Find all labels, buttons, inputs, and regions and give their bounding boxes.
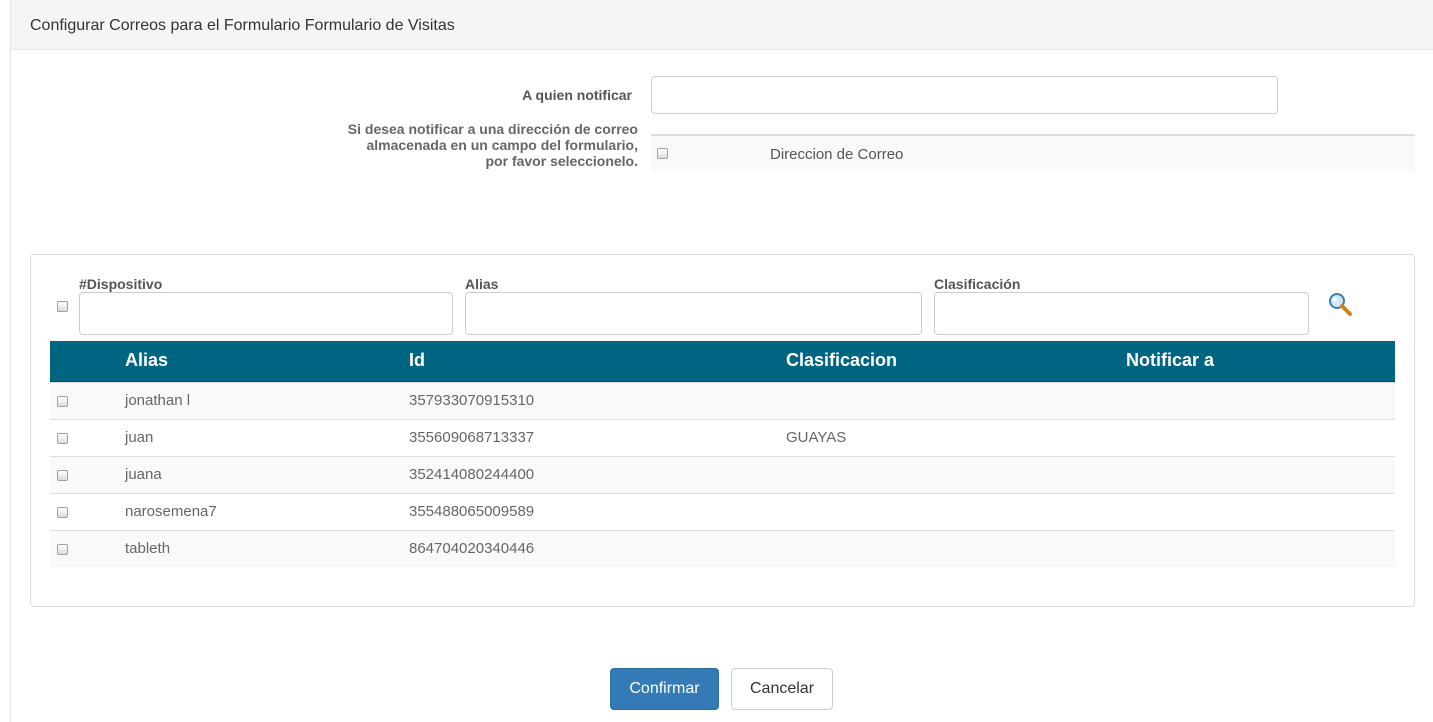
- modal-header: Configurar Correos para el Formulario Fo…: [11, 0, 1433, 50]
- row-checkbox[interactable]: [57, 433, 68, 444]
- email-field-checkbox[interactable]: [657, 148, 668, 159]
- notify-hint-line: por favor seleccionelo.: [485, 153, 639, 169]
- filter-clasificacion-label: Clasificación: [934, 276, 1021, 292]
- filter-alias-input[interactable]: [465, 292, 922, 335]
- cell-alias: jonathan l: [125, 392, 191, 409]
- table-row[interactable]: tableth 864704020340446: [50, 530, 1395, 567]
- cell-id: 864704020340446: [409, 540, 535, 557]
- filter-dispositivo-label: #Dispositivo: [79, 276, 163, 292]
- cell-id: 355488065009589: [409, 503, 535, 520]
- notify-hint: Si desea notificar a una dirección de co…: [278, 121, 638, 169]
- filter-clasificacion-input[interactable]: [934, 292, 1309, 335]
- cell-alias: juan: [125, 429, 154, 446]
- row-checkbox[interactable]: [57, 396, 68, 407]
- notify-hint-line: almacenada en un campo del formulario,: [366, 137, 638, 153]
- column-header-alias[interactable]: Alias: [125, 350, 168, 371]
- column-header-notificar[interactable]: Notificar a: [1126, 350, 1214, 371]
- email-field-option-row: Direccion de Correo: [651, 134, 1415, 171]
- notify-label: A quien notificar: [522, 87, 632, 103]
- cell-alias: tableth: [125, 540, 171, 557]
- table-row[interactable]: juana 352414080244400: [50, 456, 1395, 493]
- table-row[interactable]: juan 355609068713337 GUAYAS: [50, 419, 1395, 456]
- cell-clasificacion: GUAYAS: [786, 429, 847, 446]
- cell-alias: narosemena7: [125, 503, 217, 520]
- email-field-option-label: Direccion de Correo: [770, 146, 904, 163]
- notify-input[interactable]: [651, 76, 1278, 114]
- cell-id: 355609068713337: [409, 429, 535, 446]
- column-header-id[interactable]: Id: [409, 350, 425, 371]
- column-header-clasificacion[interactable]: Clasificacion: [786, 350, 897, 371]
- magnifier-icon[interactable]: [1327, 291, 1353, 317]
- devices-table: Alias Id Clasificacion Notificar a jonat…: [50, 341, 1395, 567]
- modal-title: Configurar Correos para el Formulario Fo…: [30, 17, 455, 34]
- row-checkbox[interactable]: [57, 470, 68, 481]
- cell-id: 357933070915310: [409, 392, 535, 409]
- cell-alias: juana: [125, 466, 162, 483]
- row-checkbox[interactable]: [57, 544, 68, 555]
- cell-id: 352414080244400: [409, 466, 535, 483]
- devices-panel: #Dispositivo Alias Clasificación Alias I…: [30, 254, 1415, 607]
- filter-dispositivo-input[interactable]: [79, 292, 453, 335]
- select-all-checkbox[interactable]: [57, 301, 68, 312]
- filter-alias-label: Alias: [465, 276, 499, 292]
- table-row[interactable]: narosemena7 355488065009589: [50, 493, 1395, 530]
- row-checkbox[interactable]: [57, 507, 68, 518]
- config-email-modal: Configurar Correos para el Formulario Fo…: [10, 0, 1433, 722]
- notify-hint-line: Si desea notificar a una dirección de co…: [347, 121, 638, 137]
- table-header: Alias Id Clasificacion Notificar a: [50, 341, 1395, 382]
- confirm-button[interactable]: Confirmar: [610, 668, 719, 710]
- table-row[interactable]: jonathan l 357933070915310: [50, 382, 1395, 419]
- cancel-button[interactable]: Cancelar: [731, 668, 833, 710]
